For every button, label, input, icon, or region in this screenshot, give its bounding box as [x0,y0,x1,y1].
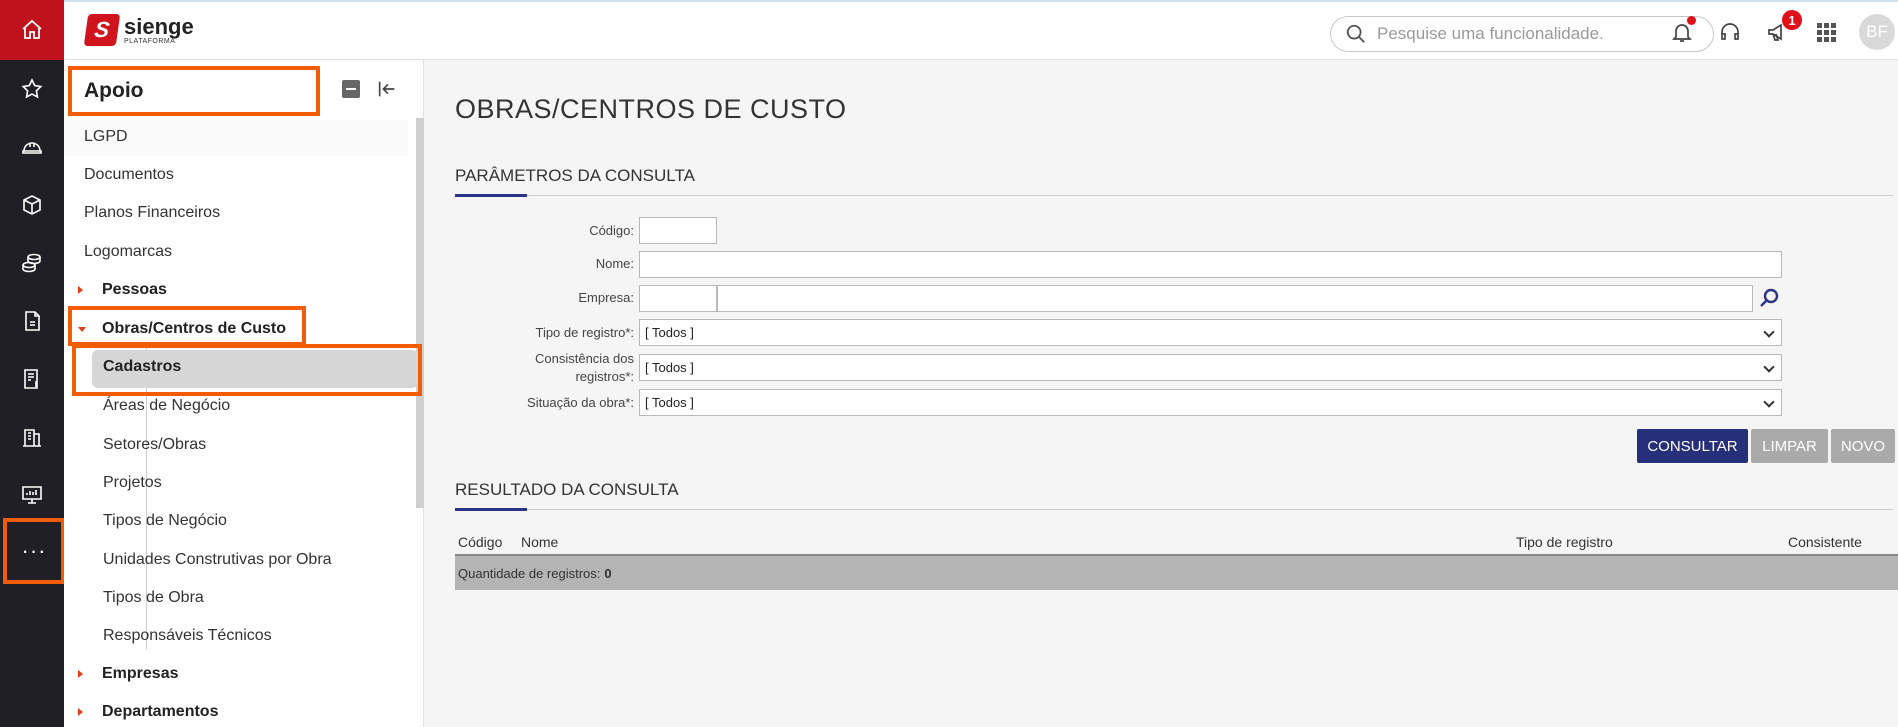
sidebar-item-projetos[interactable]: Projetos [103,474,162,492]
receipt-icon[interactable] [0,350,64,408]
search-icon [1346,24,1365,43]
caret-right-icon [78,708,83,716]
situacao-value: [ Todos ] [645,395,694,410]
tipo-registro-value: [ Todos ] [645,325,694,340]
sidebar-item-departamentos[interactable]: Departamentos [102,703,218,721]
codigo-input[interactable] [639,217,717,244]
sidebar-item-setores-obras[interactable]: Setores/Obras [103,436,206,454]
building-icon[interactable] [0,408,64,466]
home-icon[interactable] [0,0,64,60]
table-footer: Quantidade de registros: 0 [455,556,1898,590]
collapse-sidebar-icon[interactable] [376,78,398,100]
star-icon[interactable] [0,60,64,118]
result-section-title: RESULTADO DA CONSULTA [455,480,679,499]
tipo-registro-select[interactable]: [ Todos ] [639,319,1782,346]
sidebar-item-unidades-construtivas[interactable]: Unidades Construtivas por Obra [103,551,332,569]
chevron-down-icon [1763,326,1775,338]
apps-grid-icon[interactable] [1812,18,1840,46]
sidebar-scrollbar[interactable] [416,118,424,508]
nome-label: Nome: [595,256,634,271]
column-header-nome[interactable]: Nome [521,534,558,550]
coins-icon[interactable] [0,234,64,292]
consistencia-label: Consistência dos registros*: [455,350,634,386]
record-count-label: Quantidade de registros: [458,565,601,581]
sidebar-item-obras-centros-de-custo[interactable]: Obras/Centros de Custo [102,320,286,338]
sidebar-item-documentos[interactable]: Documentos [84,166,174,184]
minimize-icon[interactable] [342,80,360,98]
sidebar-item-planos-financeiros[interactable]: Planos Financeiros [84,204,220,222]
logo-mark: S [83,14,121,46]
headset-icon[interactable] [1716,18,1744,46]
icon-rail: ··· [0,0,65,727]
consistencia-label-line1: Consistência dos [535,351,634,366]
caret-right-icon [78,286,83,294]
column-header-codigo[interactable]: Código [458,534,502,550]
sidebar: Apoio LGPD Documentos Planos Financeiros… [64,60,424,727]
document-icon[interactable] [0,292,64,350]
sidebar-item-tipos-de-obra[interactable]: Tipos de Obra [103,589,204,607]
sidebar-item-empresas[interactable]: Empresas [102,665,179,683]
sidebar-item-cadastros[interactable]: Cadastros [103,358,181,376]
more-icon: ··· [21,538,47,563]
empresa-code-input[interactable] [639,285,717,312]
empresa-label: Empresa: [578,290,634,305]
result-section-header: RESULTADO DA CONSULTA [455,480,1893,511]
notification-bell-icon[interactable] [1668,16,1696,46]
helmet-icon[interactable] [0,118,64,176]
search-input[interactable] [1377,24,1697,44]
limpar-button[interactable]: LIMPAR [1751,429,1828,463]
empresa-search-icon[interactable] [1757,286,1781,310]
sidebar-item-responsaveis-tecnicos[interactable]: Responsáveis Técnicos [103,627,272,645]
more-menu-button[interactable]: ··· [3,518,65,584]
sidebar-item-lgpd[interactable]: LGPD [84,128,128,146]
chevron-down-icon [1763,361,1775,373]
search-box[interactable] [1330,16,1714,52]
sidebar-item-logomarcas[interactable]: Logomarcas [84,243,172,261]
sidebar-title: Apoio [68,66,320,116]
sienge-logo[interactable]: S sienge PLATAFORMA [83,13,194,46]
consistencia-value: [ Todos ] [645,360,694,375]
sidebar-item-areas-de-negocio[interactable]: Áreas de Negócio [103,397,230,415]
presentation-icon[interactable] [0,466,64,524]
box-icon[interactable] [0,176,64,234]
notification-dot [1687,16,1696,25]
consistencia-select[interactable]: [ Todos ] [639,354,1782,381]
sidebar-item-pessoas[interactable]: Pessoas [102,281,167,299]
chevron-down-icon [1763,396,1775,408]
nome-input[interactable] [639,251,1782,278]
page-title: OBRAS/CENTROS DE CUSTO [455,94,847,124]
megaphone-icon[interactable]: 1 [1764,10,1802,46]
column-header-consistente[interactable]: Consistente [1788,534,1862,550]
logo-name: sienge [124,13,194,39]
column-header-tipo-registro[interactable]: Tipo de registro [1516,534,1613,550]
caret-right-icon [78,670,83,678]
situacao-select[interactable]: [ Todos ] [639,389,1782,416]
logo-subtitle: PLATAFORMA [124,37,176,45]
consultar-button[interactable]: CONSULTAR [1637,429,1748,463]
user-avatar[interactable]: BF [1859,14,1895,50]
situacao-label: Situação da obra*: [527,395,634,410]
consistencia-label-line2: registros*: [575,369,634,384]
empresa-name-input[interactable] [717,285,1753,312]
announcement-badge: 1 [1782,10,1802,30]
record-count-value: 0 [604,565,612,581]
top-bar: S sienge PLATAFORMA 1 BF [64,0,1898,60]
caret-down-icon [78,327,86,332]
params-section-title: PARÂMETROS DA CONSULTA [455,166,695,185]
codigo-label: Código: [589,223,634,238]
sidebar-item-tipos-de-negocio[interactable]: Tipos de Negócio [103,512,227,530]
tipo-registro-label: Tipo de registro*: [535,325,634,340]
params-section-header: PARÂMETROS DA CONSULTA [455,166,1893,197]
novo-button[interactable]: NOVO [1831,429,1895,463]
